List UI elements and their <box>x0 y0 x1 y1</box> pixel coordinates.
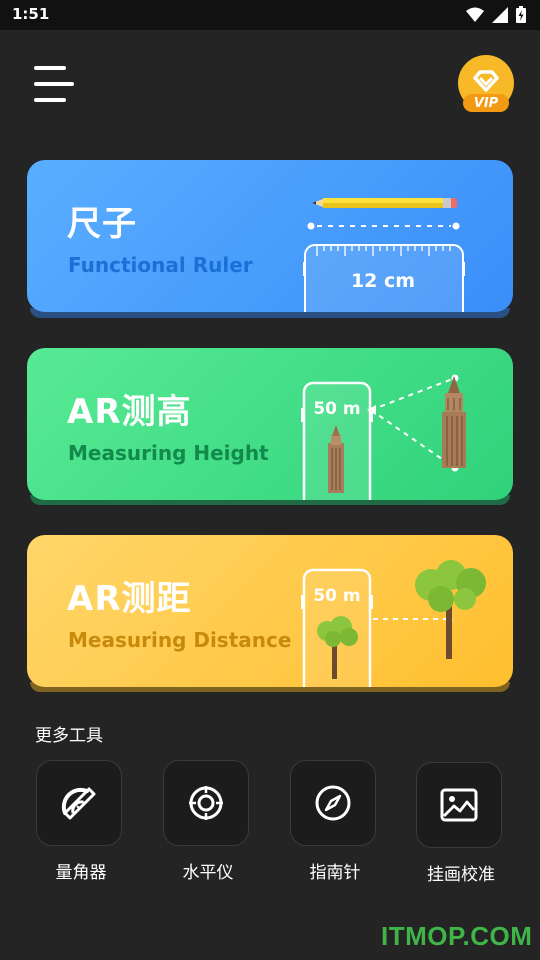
ar-distance-illustration <box>301 560 486 687</box>
height-measure-text: 50 m <box>313 399 361 419</box>
tree-icon <box>415 560 486 659</box>
ruler-measure-text: 12 cm <box>350 270 416 292</box>
tool-protractor[interactable]: 量角器 <box>36 760 126 883</box>
tool-level[interactable]: 水平仪 <box>163 760 253 883</box>
pencil-icon <box>312 198 457 208</box>
wifi-icon <box>466 7 484 22</box>
tool-icon-box <box>290 760 376 846</box>
tool-compass[interactable]: 指南针 <box>290 760 380 883</box>
ar-height-card[interactable]: AR测高 Measuring Height 50 m <box>27 348 513 500</box>
tool-label: 水平仪 <box>182 863 234 883</box>
tool-icon-box <box>163 760 249 846</box>
tool-label: 指南针 <box>309 863 361 883</box>
signal-icon <box>492 6 508 23</box>
battery-icon <box>516 6 526 23</box>
tool-label: 量角器 <box>55 863 107 883</box>
status-time: 1:51 <box>12 5 50 23</box>
status-icons <box>466 6 526 23</box>
ruler-illustration <box>303 198 465 312</box>
ruler-card[interactable]: 尺子 Functional Ruler 12 cm <box>27 160 513 312</box>
more-tools-title: 更多工具 <box>35 726 103 746</box>
tower-icon <box>442 376 466 468</box>
compass-icon <box>315 785 351 821</box>
menu-icon[interactable] <box>34 66 74 104</box>
ar-height-illustration <box>301 374 466 500</box>
vip-label: VIP <box>473 96 499 111</box>
tool-icon-box <box>36 760 122 846</box>
watermark: ITMOP.COM <box>381 921 533 951</box>
status-bar: 1:51 <box>0 0 540 30</box>
distance-measure-text: 50 m <box>313 586 361 606</box>
tool-icon-box <box>416 762 502 848</box>
picture-icon <box>440 788 478 822</box>
tool-label: 挂画校准 <box>427 865 495 885</box>
vip-button[interactable]: VIP <box>457 54 515 116</box>
protractor-icon <box>61 787 96 820</box>
ar-distance-card[interactable]: AR测距 Measuring Distance 50 m <box>27 535 513 687</box>
tool-picture-calibration[interactable]: 挂画校准 <box>416 762 506 885</box>
level-target-icon <box>189 786 223 820</box>
